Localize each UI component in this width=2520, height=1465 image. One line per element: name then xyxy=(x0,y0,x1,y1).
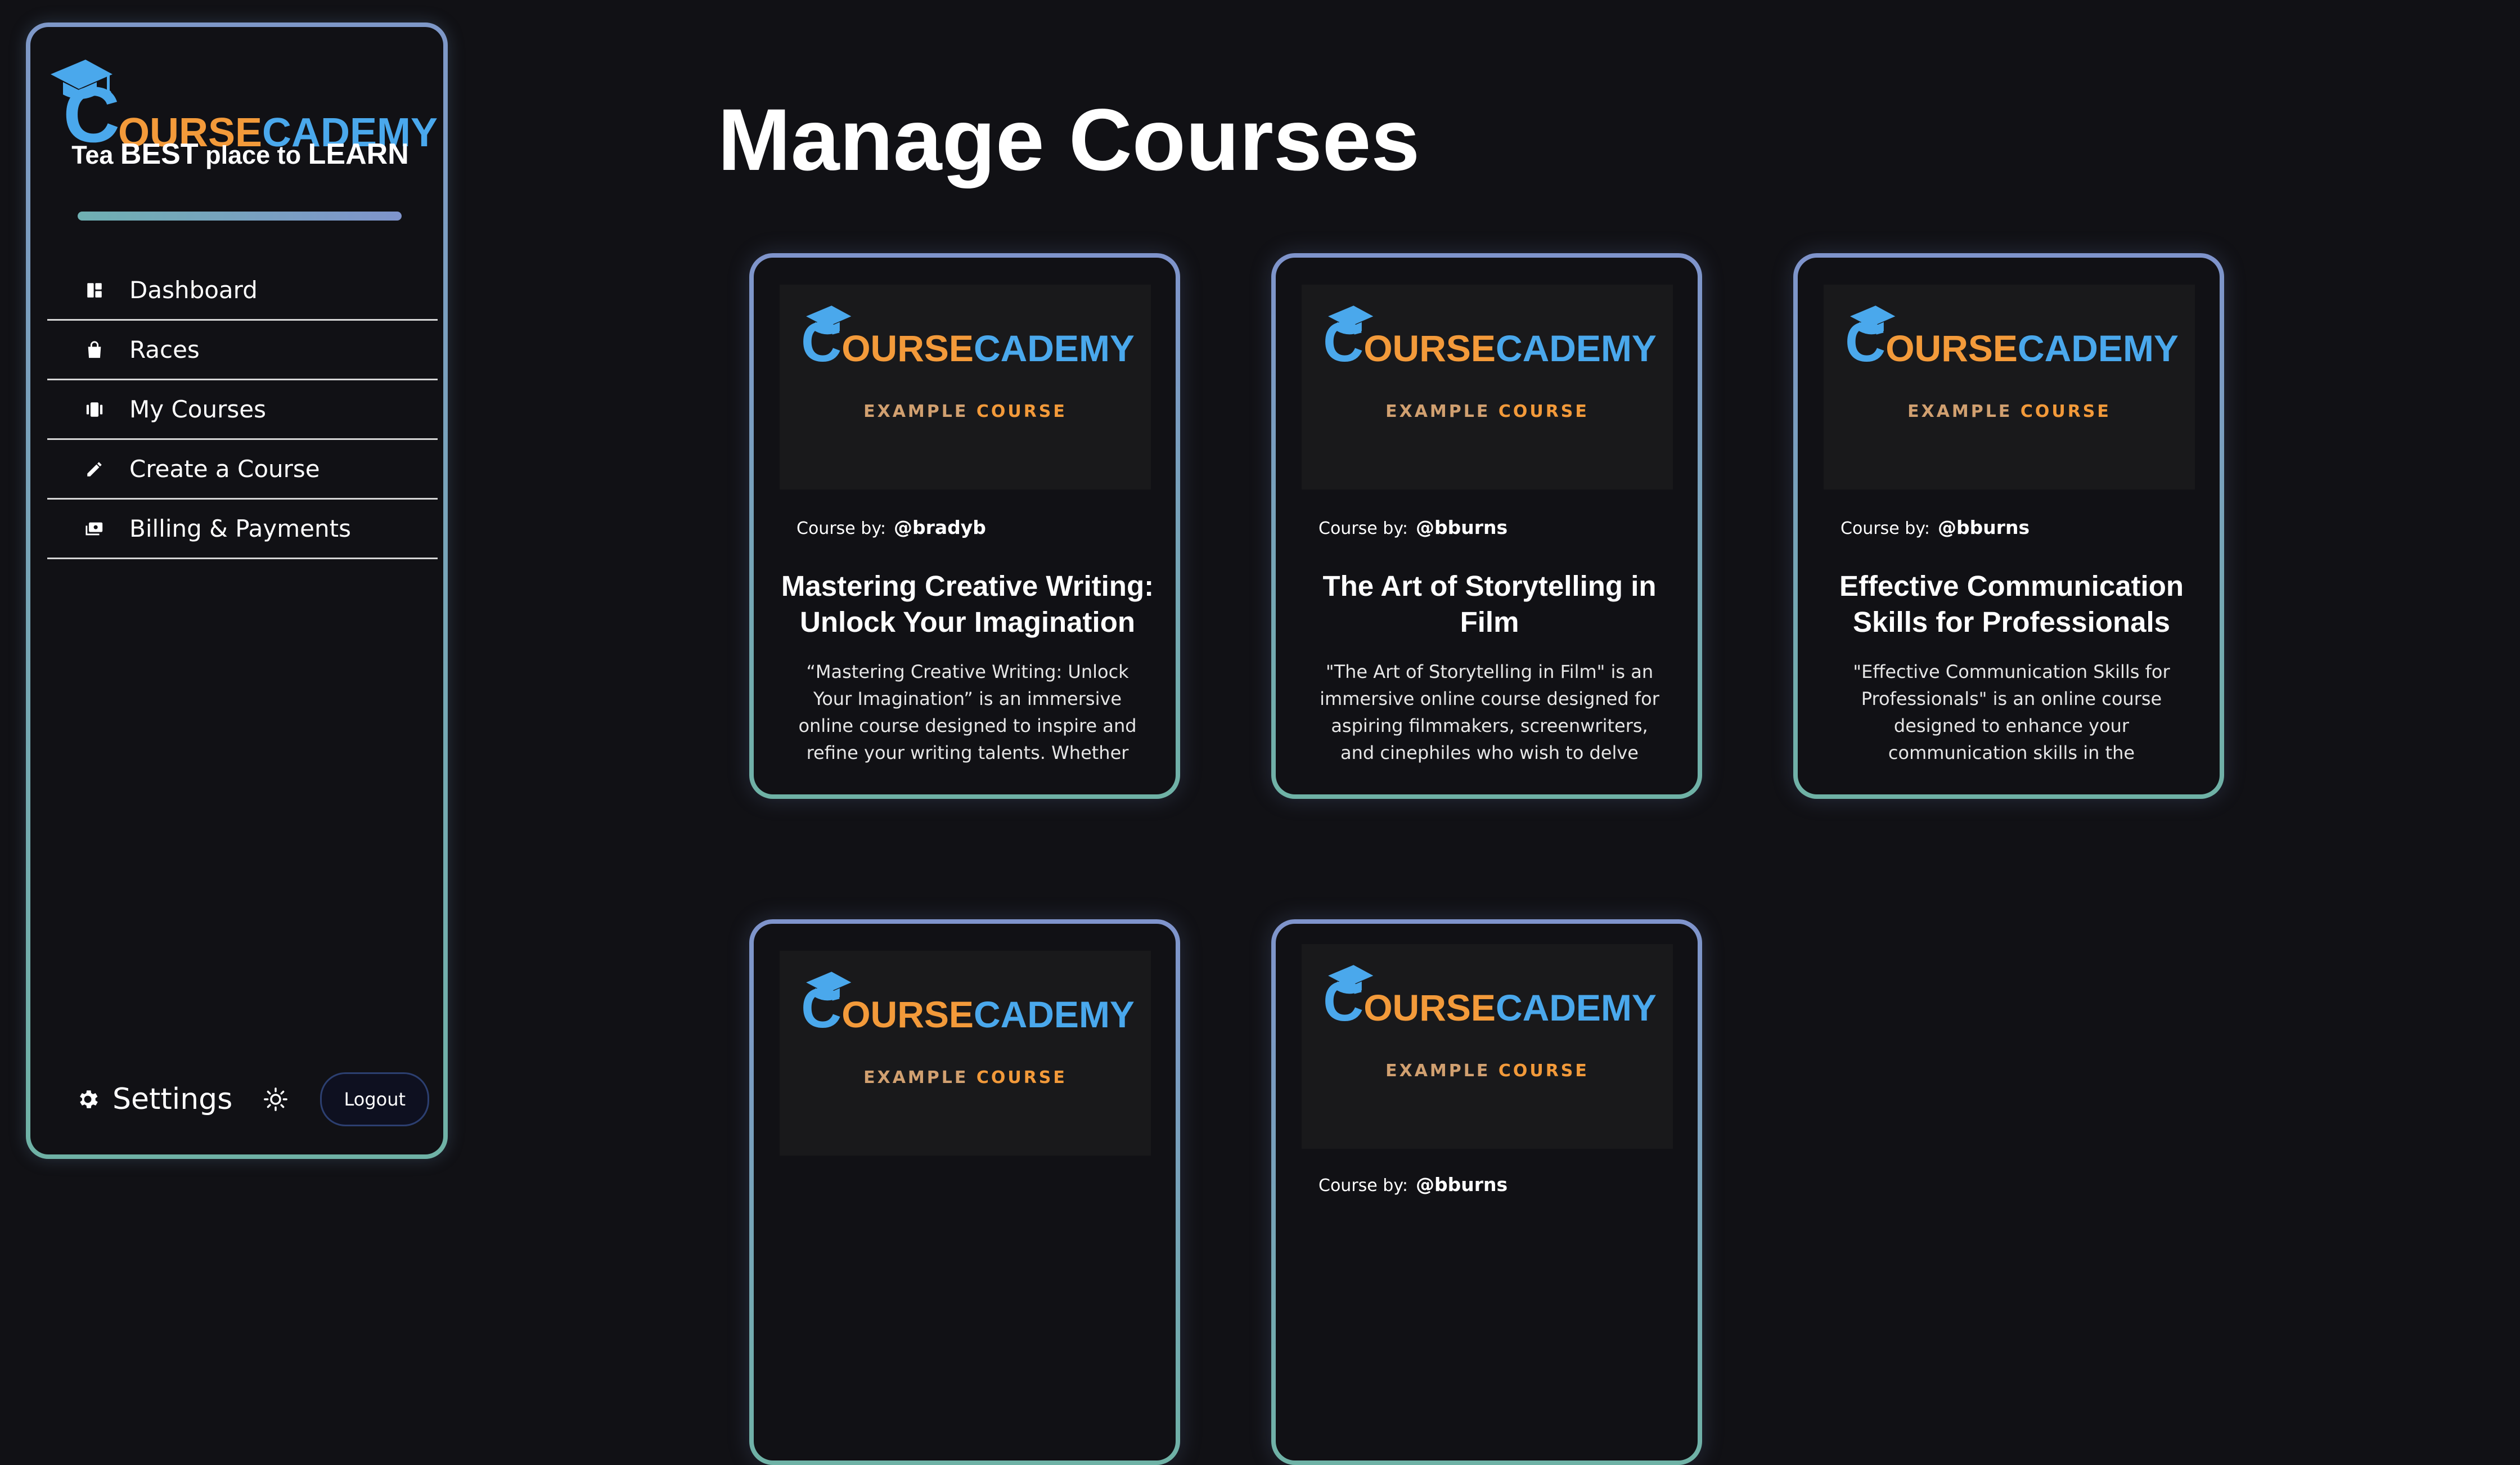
subtitle-part: COURSE xyxy=(2020,402,2111,421)
byline-prefix: Course by: xyxy=(1840,519,1930,538)
course-description: “Mastering Creative Writing: Unlock Your… xyxy=(798,661,1137,763)
sidebar-item-label: Races xyxy=(129,336,200,363)
course-byline: Course by: @bburns xyxy=(1318,516,1508,538)
course-thumbnail: COURSECADEMY EXAMPLE COURSE xyxy=(1824,285,2195,489)
course-byline: Course by: @bradyb xyxy=(796,516,986,538)
brand-part2: CADEMY xyxy=(973,994,1135,1035)
brand-part1: OURSE xyxy=(1364,987,1496,1028)
course-byline: Course by: @bburns xyxy=(1840,516,2030,538)
subtitle-part: COURSE xyxy=(1498,402,1589,421)
course-title: Mastering Creative Writing: Unlock Your … xyxy=(781,570,1154,638)
brand-c: C xyxy=(1323,311,1364,374)
page-title: Manage Courses xyxy=(717,91,1420,189)
course-description: "The Art of Storytelling in Film" is an … xyxy=(1320,661,1659,763)
course-thumbnail: COURSECADEMY EXAMPLE COURSE xyxy=(1302,944,1673,1149)
brand-c: C xyxy=(801,311,842,374)
settings-label: Settings xyxy=(112,1082,233,1116)
tagline-part: LEARN xyxy=(308,138,409,170)
sidebar-item-dashboard[interactable]: Dashboard xyxy=(47,261,438,321)
byline-prefix: Course by: xyxy=(1318,1176,1408,1196)
tagline-part: Tea xyxy=(71,141,120,169)
gear-icon xyxy=(80,1090,98,1108)
subtitle-part: COURSE xyxy=(1498,1061,1589,1081)
course-author[interactable]: @bburns xyxy=(1938,516,2030,538)
brand-part1: OURSE xyxy=(1886,327,2018,369)
thumbnail-wordmark: COURSECADEMY xyxy=(1323,314,1657,370)
theme-toggle-button[interactable] xyxy=(262,1085,290,1113)
thumbnail-subtitle: EXAMPLE COURSE xyxy=(780,1068,1151,1087)
course-thumbnail: COURSECADEMY EXAMPLE COURSE xyxy=(780,951,1151,1156)
dashboard-icon xyxy=(84,280,105,300)
course-card[interactable]: COURSECADEMY EXAMPLE COURSE Course by: @b… xyxy=(1271,253,1702,799)
subtitle-part: EXAMPLE xyxy=(1385,1061,1491,1081)
courses-icon xyxy=(84,399,105,420)
subtitle-part: EXAMPLE xyxy=(1385,402,1491,421)
logout-label: Logout xyxy=(344,1089,406,1110)
thumbnail-subtitle: EXAMPLE COURSE xyxy=(1302,402,1673,421)
sidebar-item-create-course[interactable]: Create a Course xyxy=(47,440,438,500)
brand-part2: CADEMY xyxy=(1495,327,1657,369)
thumbnail-subtitle: EXAMPLE COURSE xyxy=(780,402,1151,421)
sidebar-footer: Settings Logout xyxy=(75,1071,435,1127)
course-thumbnail: COURSECADEMY EXAMPLE COURSE xyxy=(780,285,1151,489)
settings-button[interactable]: Settings xyxy=(75,1082,232,1116)
brand-part1: OURSE xyxy=(842,327,974,369)
sidebar-item-label: Create a Course xyxy=(129,455,320,483)
sidebar-item-races[interactable]: Races xyxy=(47,321,438,380)
brand-c: C xyxy=(1845,311,1886,374)
thumbnail-wordmark: COURSECADEMY xyxy=(801,314,1135,370)
logout-button[interactable]: Logout xyxy=(320,1072,430,1126)
course-author[interactable]: @bburns xyxy=(1416,516,1508,538)
sidebar-item-my-courses[interactable]: My Courses xyxy=(47,380,438,440)
byline-prefix: Course by: xyxy=(796,519,886,538)
course-title: Effective Communication Skills for Profe… xyxy=(1839,570,2184,638)
course-card[interactable]: COURSECADEMY EXAMPLE COURSE Course by: @b… xyxy=(1793,253,2224,799)
course-card[interactable]: COURSECADEMY EXAMPLE COURSE Course by: @b… xyxy=(1271,919,1702,1465)
sidebar-item-label: Billing & Payments xyxy=(129,515,351,542)
byline-prefix: Course by: xyxy=(1318,519,1408,538)
pencil-icon xyxy=(84,459,105,479)
course-description: "Effective Communication Skills for Prof… xyxy=(1853,661,2170,763)
tagline-part: BEST xyxy=(120,138,199,170)
brand-part2: CADEMY xyxy=(2017,327,2179,369)
thumbnail-wordmark: COURSECADEMY xyxy=(1323,973,1657,1030)
course-author[interactable]: @bradyb xyxy=(894,516,986,538)
subtitle-part: EXAMPLE xyxy=(863,1068,969,1087)
sidebar-divider xyxy=(78,212,402,221)
payments-icon xyxy=(84,519,105,539)
sun-icon xyxy=(264,1087,288,1111)
course-card[interactable]: COURSECADEMY EXAMPLE COURSE Course by: @b… xyxy=(749,253,1180,799)
shopping-bag-icon xyxy=(84,340,105,360)
sidebar-item-billing[interactable]: Billing & Payments xyxy=(47,500,438,559)
brand-c: C xyxy=(801,977,842,1040)
thumbnail-wordmark: COURSECADEMY xyxy=(1845,314,2179,370)
sidebar-item-label: Dashboard xyxy=(129,276,258,304)
tagline-part: place to xyxy=(198,141,308,169)
subtitle-part: COURSE xyxy=(976,1068,1067,1087)
thumbnail-subtitle: EXAMPLE COURSE xyxy=(1302,1061,1673,1081)
thumbnail-subtitle: EXAMPLE COURSE xyxy=(1824,402,2195,421)
sidebar: C OURSECADEMY Tea BEST place to LEARN Da… xyxy=(26,23,448,1159)
course-thumbnail: COURSECADEMY EXAMPLE COURSE xyxy=(1302,285,1673,489)
brand-part1: OURSE xyxy=(842,994,974,1035)
sidebar-nav: Dashboard Races My Courses Create a Cour… xyxy=(47,261,438,559)
thumbnail-wordmark: COURSECADEMY xyxy=(801,980,1135,1036)
course-card[interactable]: COURSECADEMY EXAMPLE COURSE xyxy=(749,919,1180,1465)
subtitle-part: COURSE xyxy=(976,402,1067,421)
brand-logo[interactable]: C OURSECADEMY xyxy=(46,54,438,154)
brand-part1: OURSE xyxy=(1364,327,1496,369)
brand-c: C xyxy=(1323,970,1364,1033)
sidebar-item-label: My Courses xyxy=(129,396,266,423)
brand-part2: CADEMY xyxy=(973,327,1135,369)
course-title: The Art of Storytelling in Film xyxy=(1322,570,1657,638)
subtitle-part: EXAMPLE xyxy=(1907,402,2013,421)
tagline: Tea BEST place to LEARN xyxy=(46,137,434,171)
brand-part2: CADEMY xyxy=(1495,987,1657,1028)
subtitle-part: EXAMPLE xyxy=(863,402,969,421)
